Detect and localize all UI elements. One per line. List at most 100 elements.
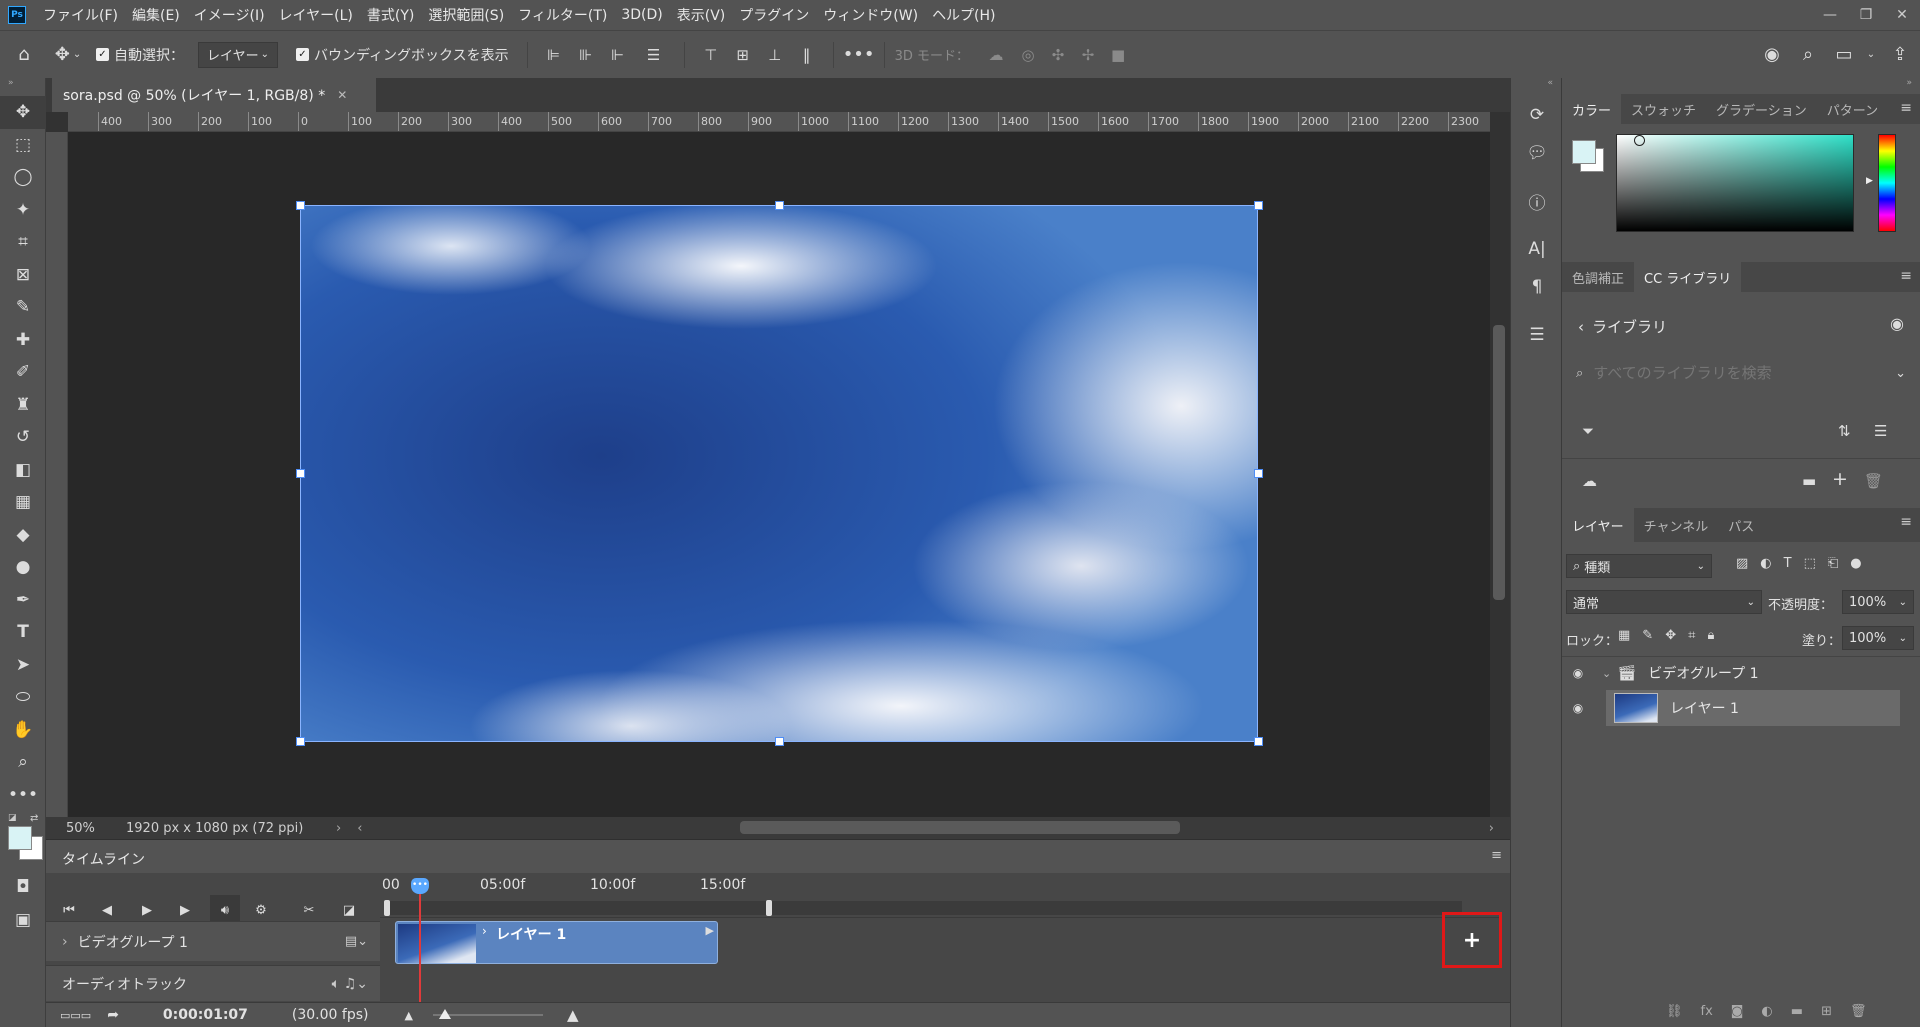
library-search-input[interactable] — [1593, 364, 1854, 382]
tab-swatches[interactable]: スウォッチ — [1621, 94, 1706, 124]
menu-edit[interactable]: 編集(E) — [125, 5, 187, 25]
lock-position-icon[interactable]: ✥ — [1665, 628, 1676, 643]
search-icon[interactable]: ⌕ — [1790, 44, 1826, 65]
delete-layer-icon[interactable]: 🗑︎ — [1850, 1004, 1867, 1019]
type-filter-icon[interactable]: T — [1784, 556, 1792, 571]
distribute-vertical-icon[interactable]: ‖ — [791, 46, 823, 64]
blur-tool-icon[interactable]: ◆ — [0, 519, 46, 552]
auto-select-checkbox[interactable]: ✓ — [96, 48, 109, 61]
dodge-tool-icon[interactable]: ● — [0, 551, 46, 584]
hue-slider[interactable] — [1878, 134, 1896, 232]
filter-icon[interactable]: ⏷ — [1582, 422, 1594, 440]
tab-cc-libraries[interactable]: CC ライブラリ — [1634, 262, 1742, 292]
menu-3d[interactable]: 3D(D) — [614, 7, 669, 23]
mute-icon[interactable]: 🔈︎ — [332, 976, 340, 992]
screen-mode-icon[interactable]: ▣ — [0, 904, 46, 937]
layer-name[interactable]: レイヤー 1 — [1670, 698, 1739, 718]
panel-menu-icon[interactable]: ≡ — [1491, 848, 1502, 863]
audio-track[interactable]: オーディオトラック 🔈︎ ♫⌄ — [46, 965, 380, 1001]
timeline-zoom-slider[interactable] — [432, 1009, 543, 1019]
shape-filter-icon[interactable]: ⬚ — [1804, 556, 1816, 571]
foreground-color-swatch[interactable] — [1572, 140, 1596, 164]
chevron-down-icon[interactable]: ⌄ — [1895, 366, 1906, 381]
info-icon[interactable]: ⓘ — [1511, 182, 1563, 220]
menu-image[interactable]: イメージ(I) — [187, 5, 272, 25]
move-tool-icon[interactable]: ✥ ⌄ — [48, 44, 88, 65]
chevron-left-icon[interactable]: ‹ — [357, 821, 362, 836]
render-icon[interactable]: ➦ — [107, 1007, 119, 1023]
menu-file[interactable]: ファイル(F) — [36, 5, 125, 25]
panel-menu-icon[interactable]: ≡ — [1900, 514, 1912, 530]
panel-menu-icon[interactable]: ≡ — [1900, 268, 1912, 284]
collapse-icon[interactable]: » — [0, 78, 45, 96]
history-icon[interactable]: ⟳ — [1511, 96, 1563, 134]
chevron-right-icon[interactable]: › — [482, 924, 487, 938]
align-left-icon[interactable]: ⊫ — [538, 46, 570, 64]
cloud-icon[interactable]: ☁ — [1582, 472, 1597, 490]
tab-gradients[interactable]: グラデーション — [1706, 94, 1817, 124]
share-user-icon[interactable]: ◉ — [1754, 44, 1790, 65]
workspace-icon[interactable]: ▭ — [1826, 44, 1862, 65]
sort-icon[interactable]: ⇅ — [1838, 422, 1851, 440]
layer-row-selected[interactable]: レイヤー 1 — [1606, 690, 1900, 726]
group-folder-icon[interactable]: ▬ — [1791, 1004, 1803, 1019]
video-group-track[interactable]: › ビデオグループ 1 ▤⌄ — [46, 921, 380, 961]
chevron-right-icon[interactable]: › — [62, 934, 68, 950]
transform-handle[interactable] — [1254, 469, 1263, 478]
folder-icon[interactable]: ▬ — [1802, 472, 1816, 490]
tab-layers[interactable]: レイヤー — [1562, 508, 1634, 542]
add-media-button[interactable]: + — [1442, 912, 1502, 968]
type-tool-icon[interactable]: T — [0, 616, 46, 649]
transform-handle[interactable] — [1254, 737, 1263, 746]
tab-adjustments[interactable]: 色調補正 — [1562, 262, 1634, 292]
menu-select[interactable]: 選択範囲(S) — [421, 5, 511, 25]
playhead-handle[interactable]: ••• — [411, 878, 429, 894]
path-select-icon[interactable]: ➤ — [0, 649, 46, 682]
library-search[interactable]: ⌕ ⌄ — [1576, 356, 1906, 390]
align-bottom-icon[interactable]: ⊥ — [759, 46, 791, 64]
align-middle-icon[interactable]: ⊞ — [727, 46, 759, 64]
menu-help[interactable]: ヘルプ(H) — [925, 5, 1002, 25]
mask-icon[interactable]: ◙ — [1731, 1004, 1744, 1019]
foreground-color-swatch[interactable] — [8, 826, 32, 850]
work-area-start-handle[interactable] — [384, 900, 390, 916]
close-button[interactable]: ✕ — [1884, 0, 1920, 30]
lock-all-icon[interactable]: 🔒︎ — [1707, 628, 1714, 643]
library-header[interactable]: ‹ ライブラリ — [1578, 316, 1667, 337]
color-picker-cursor[interactable] — [1634, 135, 1645, 146]
work-area-bar[interactable] — [386, 901, 1462, 915]
eyedropper-icon[interactable]: ✎ — [0, 291, 46, 324]
marquee-tool-icon[interactable]: ⬚ — [0, 129, 46, 162]
magic-wand-icon[interactable]: ✦ — [0, 194, 46, 227]
tab-paths[interactable]: パス — [1718, 508, 1764, 542]
zoom-tool-icon[interactable]: ⌕ — [0, 746, 46, 779]
transform-handle[interactable] — [775, 201, 784, 210]
home-icon[interactable]: ⌂ — [0, 44, 48, 65]
ellipse-tool-icon[interactable]: ⬭ — [0, 681, 46, 714]
menu-plugins[interactable]: プラグイン — [732, 5, 816, 25]
vertical-scrollbar-thumb[interactable] — [1493, 325, 1505, 600]
chevron-down-icon[interactable]: ⌄ — [1862, 49, 1880, 60]
chevron-left-icon[interactable]: ‹ — [1578, 318, 1584, 336]
lock-paint-icon[interactable]: ✎ — [1642, 628, 1653, 643]
default-colors-icon[interactable]: ◪ — [8, 813, 17, 823]
more-options-icon[interactable]: ••• — [843, 44, 875, 65]
smart-object-filter-icon[interactable]: ⎗ — [1828, 556, 1838, 571]
document-tab[interactable]: sora.psd @ 50% (レイヤー 1, RGB/8) * ✕ — [52, 78, 376, 112]
timeline-ruler[interactable]: 00 05:00f 10:00f 15:00f — [380, 873, 1500, 918]
adjustment-layer-icon[interactable]: ◐ — [1761, 1004, 1772, 1019]
more-tools-icon[interactable]: ••• — [0, 779, 46, 812]
align-center-icon[interactable]: ⊪ — [570, 46, 602, 64]
brush-tool-icon[interactable]: ✐ — [0, 356, 46, 389]
transform-handle[interactable] — [775, 737, 784, 746]
music-note-icon[interactable]: ♫⌄ — [344, 976, 368, 992]
collapse-icon[interactable]: » — [1562, 78, 1920, 94]
eraser-icon[interactable]: ◧ — [0, 454, 46, 487]
frame-mode-icon[interactable]: ▭▭▭ — [60, 1009, 91, 1022]
align-top-icon[interactable]: ⊤ — [695, 46, 727, 64]
transform-handle[interactable] — [296, 201, 305, 210]
chevron-right-icon[interactable]: › — [336, 821, 341, 836]
tab-patterns[interactable]: パターン — [1817, 94, 1888, 124]
work-area-end-handle[interactable] — [766, 900, 772, 916]
collapse-icon[interactable]: « — [1511, 78, 1561, 96]
